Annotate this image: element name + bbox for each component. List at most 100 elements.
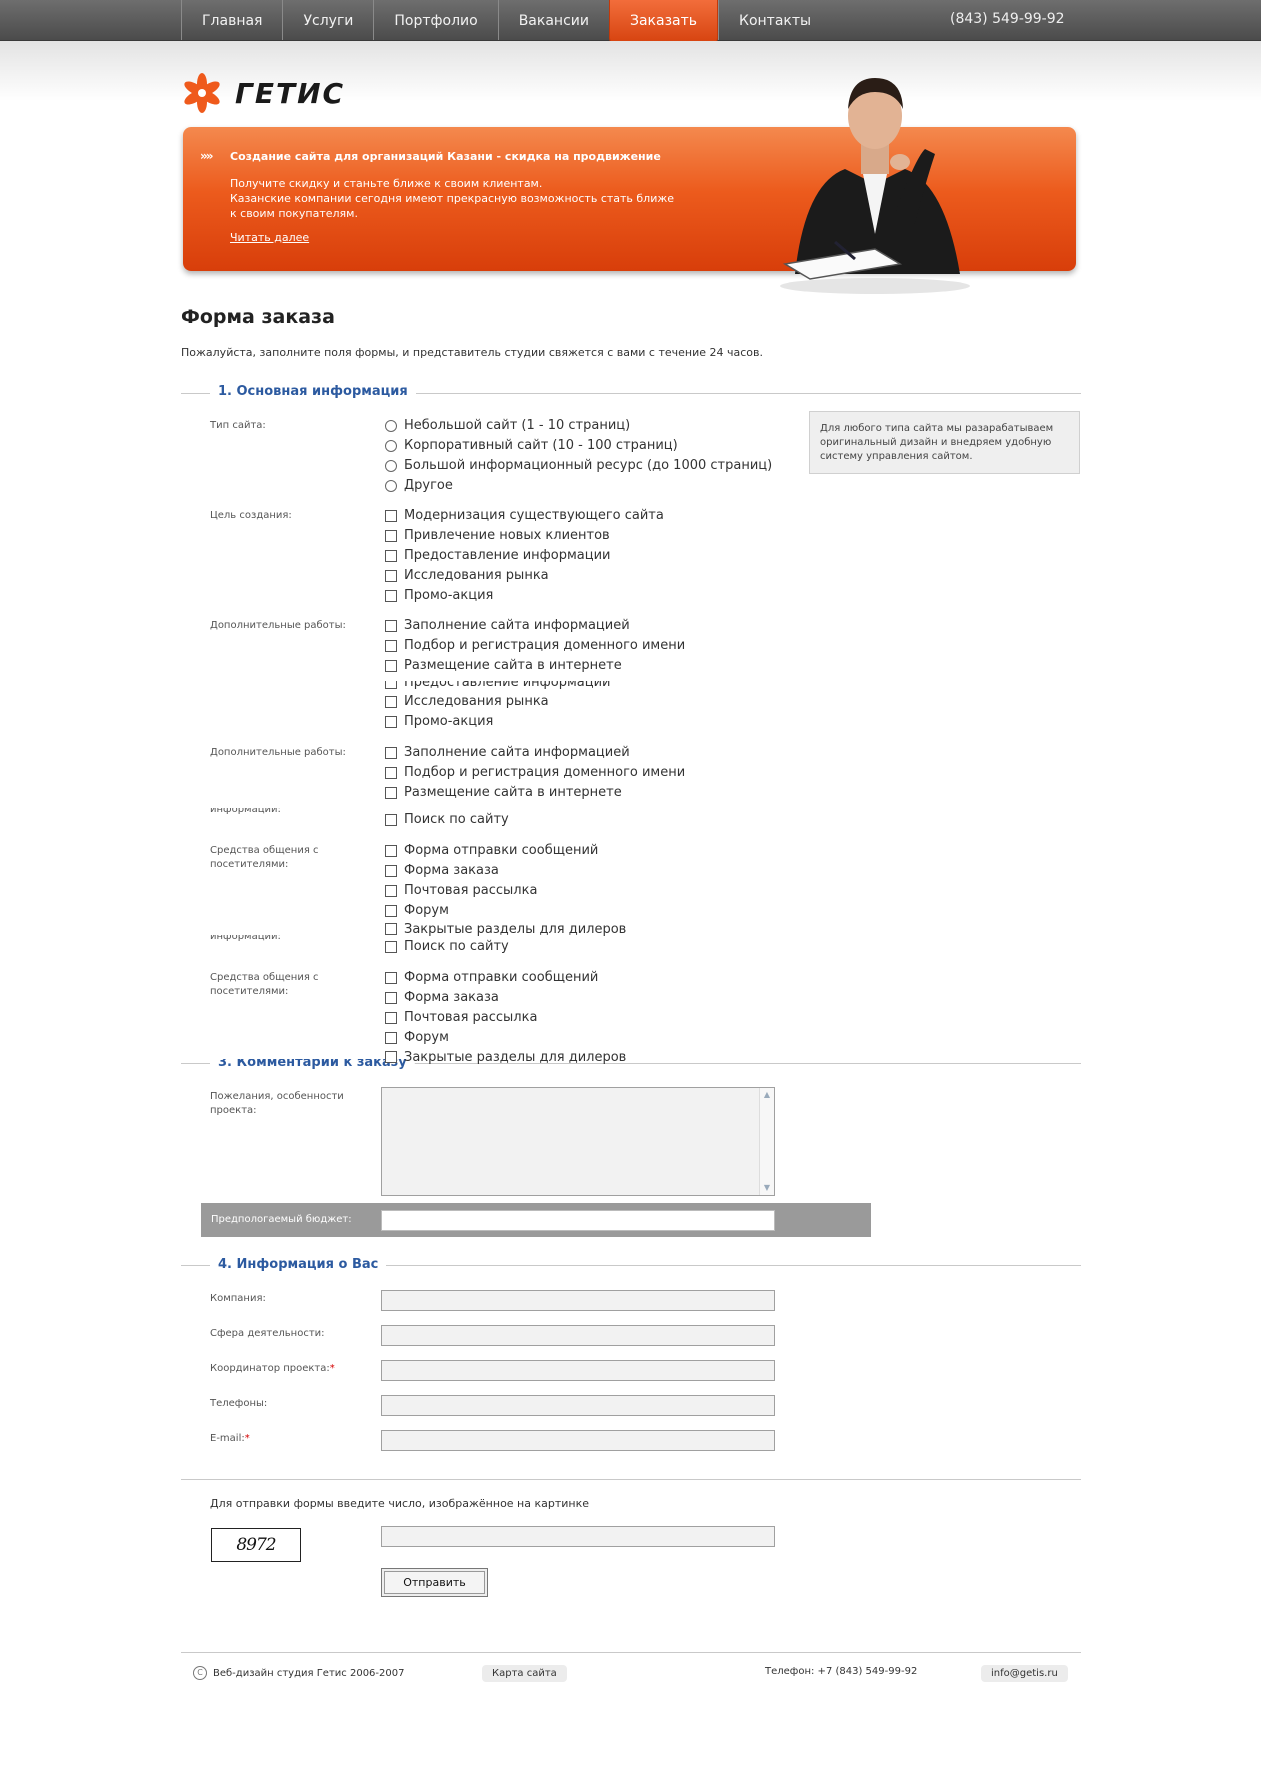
footer-divider: [181, 1652, 1081, 1653]
goal-label: Цель создания:: [210, 510, 292, 521]
comm-option[interactable]: Почтовая рассылка: [385, 883, 537, 898]
checkbox[interactable]: [385, 786, 397, 799]
nav-home[interactable]: Главная: [181, 0, 282, 40]
scroll-up-icon[interactable]: ▲: [762, 1090, 772, 1100]
flower-logo-icon: [184, 73, 220, 113]
checkbox[interactable]: [385, 549, 397, 562]
checkbox[interactable]: [385, 864, 397, 877]
checkbox[interactable]: [385, 569, 397, 582]
checkbox[interactable]: [385, 813, 397, 826]
goal-option[interactable]: Промо-акция: [385, 588, 493, 603]
site-type-option[interactable]: Другое: [385, 478, 453, 493]
comm-option[interactable]: Форма заказа: [385, 990, 499, 1005]
nav-portfolio[interactable]: Портфолио: [373, 0, 497, 40]
header-phone: (843) 549-99-92: [950, 11, 1065, 27]
comm-option[interactable]: Закрытые разделы для дилеров: [385, 1050, 626, 1064]
email-input[interactable]: [381, 1430, 775, 1451]
textarea-scrollbar[interactable]: ▲ ▼: [759, 1088, 774, 1195]
checkbox[interactable]: [385, 904, 397, 917]
nav-order[interactable]: Заказать: [608, 0, 719, 44]
goal-option[interactable]: Предоставление информации: [385, 681, 611, 690]
checkbox[interactable]: [385, 695, 397, 708]
nav-vacancies[interactable]: Вакансии: [497, 0, 609, 40]
wishes-textarea[interactable]: ▲ ▼: [381, 1087, 775, 1196]
comm-option[interactable]: Форма заказа: [385, 863, 499, 878]
extra-option[interactable]: Размещение сайта в интернете: [385, 658, 622, 673]
checkbox[interactable]: [385, 589, 397, 602]
checkbox[interactable]: [385, 991, 397, 1004]
footer-email-link[interactable]: info@getis.ru: [981, 1665, 1068, 1682]
phones-label: Телефоны:: [210, 1398, 268, 1409]
comm-option[interactable]: Закрытые разделы для дилеров: [385, 922, 626, 936]
checkbox[interactable]: [385, 619, 397, 632]
company-input[interactable]: [381, 1290, 775, 1311]
site-type-option[interactable]: Корпоративный сайт (10 - 100 страниц): [385, 438, 678, 453]
checkbox[interactable]: [385, 766, 397, 779]
checkbox[interactable]: [385, 884, 397, 897]
read-more-link[interactable]: Читать далее: [230, 231, 309, 244]
goal-option[interactable]: Привлечение новых клиентов: [385, 528, 610, 543]
checkbox[interactable]: [385, 1031, 397, 1044]
phones-input[interactable]: [381, 1395, 775, 1416]
extra-option[interactable]: Подбор и регистрация доменного имени: [385, 638, 685, 653]
checkbox[interactable]: [385, 971, 397, 984]
sitemap-link[interactable]: Карта сайта: [482, 1665, 567, 1682]
scroll-down-icon[interactable]: ▼: [762, 1183, 772, 1193]
logo[interactable]: ГЕТИС: [181, 72, 345, 114]
goal-option[interactable]: Исследования рынка: [385, 694, 549, 709]
radio-button[interactable]: [385, 419, 397, 432]
info-label: информации:: [210, 931, 281, 942]
checkbox[interactable]: [385, 1011, 397, 1024]
main-nav: Главная Услуги Портфолио Вакансии Заказа…: [181, 0, 831, 44]
goal-option[interactable]: Исследования рынка: [385, 568, 549, 583]
businessman-photo: [780, 78, 970, 294]
checkbox[interactable]: [385, 639, 397, 652]
checkbox[interactable]: [385, 940, 397, 953]
submit-button[interactable]: Отправить: [381, 1568, 488, 1597]
info-label: информации:: [210, 804, 281, 815]
goal-option[interactable]: Предоставление информации: [385, 548, 611, 563]
banner-line-2: Казанские компании сегодня имеют прекрас…: [230, 192, 675, 220]
goal-option[interactable]: Промо-акция: [385, 714, 493, 729]
comm-option[interactable]: Почтовая рассылка: [385, 1010, 537, 1025]
radio-button[interactable]: [385, 479, 397, 492]
comm-option[interactable]: Форум: [385, 903, 449, 918]
submit-label: Отправить: [384, 1571, 485, 1594]
communication-label: Средства общения с посетителями:: [210, 972, 319, 997]
extra-option[interactable]: Заполнение сайта информацией: [385, 745, 630, 760]
required-mark: *: [329, 1363, 335, 1374]
logo-text: ГЕТИС: [235, 76, 346, 110]
search-option[interactable]: Поиск по сайту: [385, 812, 509, 827]
extra-option[interactable]: Размещение сайта в интернете: [385, 785, 622, 800]
budget-input[interactable]: [381, 1210, 775, 1231]
search-option[interactable]: Поиск по сайту: [385, 939, 509, 954]
radio-button[interactable]: [385, 439, 397, 452]
extra-option[interactable]: Подбор и регистрация доменного имени: [385, 765, 685, 780]
checkbox[interactable]: [385, 923, 397, 935]
checkbox[interactable]: [385, 529, 397, 542]
budget-label: Предпологаемый бюджет:: [211, 1214, 352, 1225]
footer-phone: Телефон: +7 (843) 549-99-92: [765, 1666, 918, 1677]
coordinator-input[interactable]: [381, 1360, 775, 1381]
checkbox[interactable]: [385, 681, 397, 689]
comm-option[interactable]: Форум: [385, 1030, 449, 1045]
checkbox[interactable]: [385, 1051, 397, 1063]
site-type-option[interactable]: Большой информационный ресурс (до 1000 с…: [385, 458, 772, 473]
goal-option[interactable]: Модернизация существующего сайта: [385, 508, 664, 523]
comm-option[interactable]: Форма отправки сообщений: [385, 970, 598, 985]
extra-option[interactable]: Заполнение сайта информацией: [385, 618, 630, 633]
checkbox[interactable]: [385, 746, 397, 759]
comm-option[interactable]: Форма отправки сообщений: [385, 843, 598, 858]
communication-label: Средства общения с посетителями:: [210, 845, 319, 870]
sphere-input[interactable]: [381, 1325, 775, 1346]
captcha-divider: [181, 1479, 1081, 1480]
site-type-option[interactable]: Небольшой сайт (1 - 10 страниц): [385, 418, 630, 433]
captcha-input[interactable]: [381, 1526, 775, 1547]
radio-button[interactable]: [385, 459, 397, 472]
nav-services[interactable]: Услуги: [282, 0, 373, 40]
checkbox[interactable]: [385, 715, 397, 728]
checkbox[interactable]: [385, 844, 397, 857]
checkbox[interactable]: [385, 509, 397, 522]
nav-contacts[interactable]: Контакты: [718, 0, 831, 40]
checkbox[interactable]: [385, 659, 397, 672]
